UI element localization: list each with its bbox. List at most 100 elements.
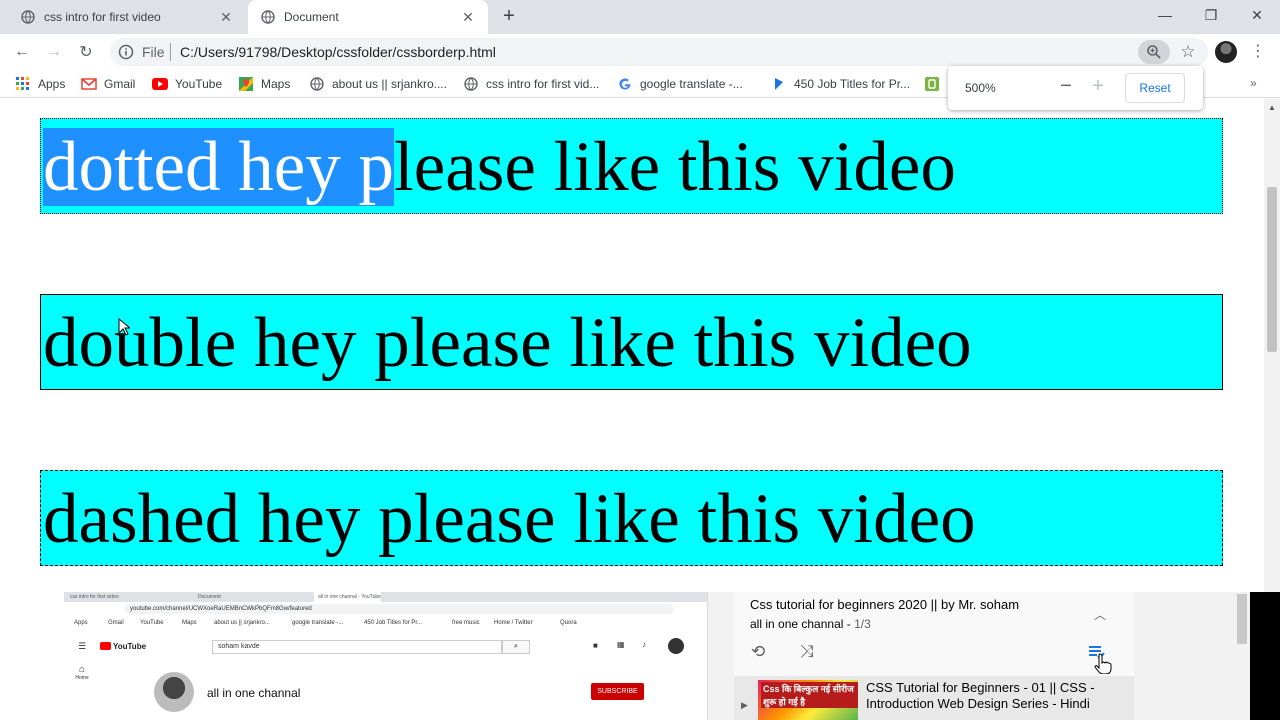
scrollbar-thumb[interactable] <box>1237 594 1247 644</box>
zoom-reset-button[interactable]: Reset <box>1125 73 1185 103</box>
bookmark-css-intro[interactable]: css intro for first vid... <box>463 76 599 92</box>
youtube-icon <box>152 76 168 92</box>
mini-youtube-sidebar: ⌂ Home <box>64 664 100 720</box>
zoom-icon[interactable] <box>1138 40 1170 64</box>
address-bar[interactable]: File C:/Users/91798/Desktop/cssfolder/cs… <box>110 38 1208 66</box>
sidebar-label: Home <box>75 675 89 681</box>
box-text: lease like this video <box>393 128 956 206</box>
channel-name: all in one channal <box>207 686 301 700</box>
close-tab-icon[interactable]: ✕ <box>218 9 234 25</box>
bell-icon: ♪ <box>642 640 646 649</box>
close-window-icon[interactable]: ✕ <box>1234 0 1280 30</box>
mouse-cursor-icon <box>118 318 130 336</box>
bookmark-maps[interactable]: Maps <box>238 76 290 92</box>
chevron-up-icon[interactable]: ︿ <box>1094 606 1106 623</box>
playlist-position: 1/3 <box>854 617 871 631</box>
bookmark-star-icon[interactable]: ☆ <box>1178 42 1198 62</box>
bookmark-label: Apps <box>38 77 66 91</box>
mini-bookmark: 450 Job Titles for Pr... <box>364 620 423 626</box>
box-text: double hey please like this video <box>43 304 972 382</box>
menu-kebab-icon[interactable]: ⋮ <box>1250 42 1266 62</box>
globe-icon <box>260 9 276 25</box>
minimize-icon[interactable]: — <box>1142 0 1188 30</box>
bookmark-job-titles[interactable]: 450 Job Titles for Pr... <box>771 76 910 92</box>
dashed-border-box: dashed hey please like this video <box>40 470 1223 566</box>
zoom-in-button[interactable]: + <box>1091 75 1105 97</box>
youtube-logo: YouTube <box>100 642 146 651</box>
bookmark-gmail[interactable]: Gmail <box>81 76 135 92</box>
bookmark-label: google translate -... <box>640 77 743 91</box>
selected-text[interactable]: dotted hey p <box>43 128 394 206</box>
thumbnail-text: Css कि बिल्कुल नई सीरीज शुरू हो गई है <box>761 682 858 708</box>
scrollbar-thumb[interactable] <box>1267 187 1277 352</box>
reload-icon[interactable]: ↻ <box>74 40 98 64</box>
video-title[interactable]: CSS Tutorial for Beginners - 01 || CSS -… <box>866 680 1121 712</box>
playlist-item[interactable]: ▶ Css कि बिल्कुल नई सीरीज शुरू हो गई है … <box>734 676 1134 720</box>
mini-bookmark: Gmail <box>108 620 124 626</box>
forward-icon[interactable]: → <box>42 40 66 64</box>
profile-avatar[interactable] <box>1215 41 1237 63</box>
tab-document[interactable]: Document ✕ <box>248 0 488 34</box>
now-playing-icon: ▶ <box>741 700 748 710</box>
bookmark-google-translate[interactable]: google translate -... <box>617 76 743 92</box>
double-border-box: double hey please like this video <box>40 294 1223 390</box>
mini-browser-preview: css intro for first video Document all i… <box>64 592 708 720</box>
shuffle-icon[interactable]: ⤨ <box>800 642 814 662</box>
bookmark-about-us[interactable]: about us || srjankro.... <box>309 76 447 92</box>
url-scheme: File <box>142 44 165 60</box>
apps-grid-icon <box>15 76 31 92</box>
camera-icon: ■ <box>593 641 598 650</box>
tab-css-intro[interactable]: css intro for first video ✕ <box>8 0 246 34</box>
mini-toolbar: youtube.com/channel/UCWXoeRaUEMBnCWkPbQF… <box>64 602 707 616</box>
back-icon[interactable]: ← <box>10 40 34 64</box>
mini-search-input: soham kavde <box>212 640 502 654</box>
mini-bookmark: Apps <box>74 620 88 626</box>
video-letterbox <box>1250 592 1280 720</box>
bookmark-icon <box>771 76 787 92</box>
bookmark-label: Gmail <box>104 77 136 91</box>
zoom-popup: 500% − + Reset <box>948 66 1203 110</box>
mini-bookmark: Quora <box>560 620 577 626</box>
mini-tab: Document <box>198 594 221 600</box>
globe-icon <box>463 76 479 92</box>
mini-youtube-header: ☰ YouTube soham kavde ⌕ ■ ▦ ♪ <box>64 630 707 664</box>
box-text: dashed hey please like this video <box>43 480 976 558</box>
scroll-up-icon[interactable]: ▲ <box>1268 103 1276 112</box>
avatar <box>668 638 684 654</box>
playlist-channel[interactable]: all in one channal <box>750 617 843 631</box>
mini-bookmark: google translate -... <box>292 620 344 626</box>
tab-title: css intro for first video <box>44 10 161 24</box>
bookmark-apps[interactable]: Apps <box>15 76 65 92</box>
mini-bookmark: about us || srjankro... <box>214 620 270 626</box>
url-text[interactable]: C:/Users/91798/Desktop/cssfolder/cssbord… <box>180 44 496 60</box>
globe-icon <box>20 9 36 25</box>
close-tab-icon[interactable]: ✕ <box>460 9 476 25</box>
bookmarks-overflow-icon[interactable]: » <box>1250 76 1257 90</box>
home-icon: ⌂ <box>78 664 86 675</box>
video-thumbnail[interactable]: Css कि बिल्कुल नई सीरीज शुरू हो गई है <box>758 680 858 720</box>
mini-bookmark: Home / Twitter <box>494 620 533 626</box>
maps-icon <box>238 76 254 92</box>
bookmark-blogger[interactable] <box>924 76 947 92</box>
page-scrollbar[interactable]: ▲ <box>1264 99 1280 592</box>
mini-bookmark: free music <box>452 620 480 626</box>
new-tab-icon[interactable]: + <box>498 6 520 28</box>
bookmark-label: 450 Job Titles for Pr... <box>794 77 911 91</box>
mini-url: youtube.com/channel/UCWXoeRaUEMBnCWkPbQF… <box>124 604 674 614</box>
channel-avatar <box>154 672 194 712</box>
loop-icon[interactable]: ⟲ <box>751 642 765 662</box>
zoom-level: 500% <box>965 81 996 95</box>
search-icon: ⌕ <box>502 640 530 654</box>
browser-toolbar: ← → ↻ File C:/Users/91798/Desktop/cssfol… <box>0 34 1280 70</box>
restore-icon[interactable]: ❐ <box>1188 0 1234 30</box>
playlist-title[interactable]: Css tutorial for beginners 2020 || by Mr… <box>750 597 1019 612</box>
bookmark-label: about us || srjankro.... <box>332 77 447 91</box>
bookmark-youtube[interactable]: YouTube <box>152 76 222 92</box>
mini-tab: all in one channal - YouTube <box>314 592 381 602</box>
globe-icon <box>309 76 325 92</box>
zoom-out-button[interactable]: − <box>1059 75 1073 97</box>
mini-tab-strip: css intro for first video Document all i… <box>64 592 707 602</box>
info-icon[interactable] <box>118 44 134 60</box>
mini-tab: css intro for first video <box>70 594 119 600</box>
overlay-scrollbar[interactable] <box>1234 592 1250 720</box>
